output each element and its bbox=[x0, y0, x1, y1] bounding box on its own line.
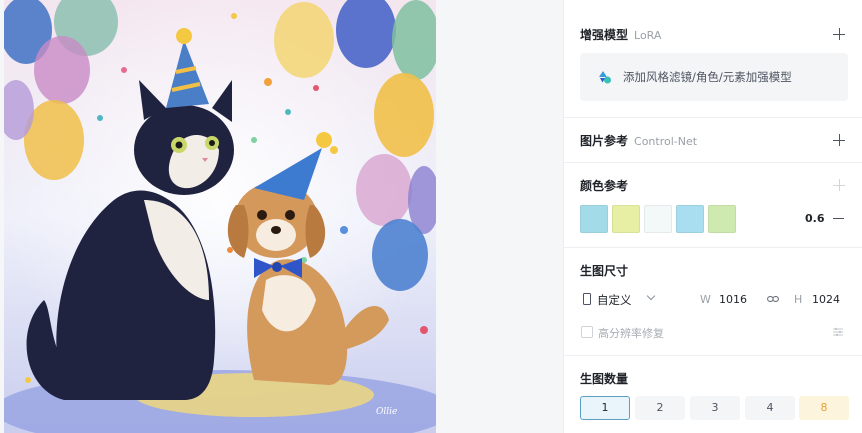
add-lora-plus-icon[interactable] bbox=[833, 28, 845, 40]
add-color-plus-icon[interactable] bbox=[833, 179, 845, 191]
height-label: H bbox=[794, 293, 803, 306]
width-label: W bbox=[700, 293, 711, 306]
settings-panel: 增强模型 LoRA 添加风格滤镜/角色/元素加强模型 图片参考 Control-Ne… bbox=[563, 0, 862, 433]
height-input[interactable]: 1024 bbox=[812, 293, 840, 306]
color-swatch-5[interactable] bbox=[708, 205, 736, 233]
hires-fix-label: 高分辨率修复 bbox=[598, 327, 664, 340]
hires-fix-checkbox[interactable] bbox=[581, 326, 593, 338]
add-controlnet-plus-icon[interactable] bbox=[833, 134, 845, 146]
color-reference-title: 颜色参考 bbox=[580, 179, 629, 193]
link-ratio-icon[interactable] bbox=[767, 296, 779, 302]
generated-image[interactable]: Ollie bbox=[4, 0, 436, 433]
count-option-8[interactable]: 8 bbox=[799, 396, 849, 420]
controlnet-section: 图片参考 Control-Net bbox=[564, 118, 862, 163]
lora-model-icon bbox=[599, 71, 611, 84]
controlnet-title: 图片参考 Control-Net bbox=[580, 132, 697, 149]
color-strength-minus-icon[interactable] bbox=[833, 218, 844, 220]
sliders-settings-icon[interactable] bbox=[832, 326, 844, 338]
color-swatch-1[interactable] bbox=[580, 205, 608, 233]
aspect-ratio-icon bbox=[583, 293, 591, 305]
color-swatch-2[interactable] bbox=[612, 205, 640, 233]
add-lora-placeholder: 添加风格滤镜/角色/元素加强模型 bbox=[623, 70, 792, 84]
lora-title-text: 增强模型 bbox=[580, 28, 629, 42]
color-swatch-4[interactable] bbox=[676, 205, 704, 233]
party-cat-dog-painting: Ollie bbox=[4, 0, 436, 433]
controlnet-title-text: 图片参考 bbox=[580, 134, 629, 148]
count-option-1[interactable]: 1 bbox=[580, 396, 630, 420]
image-count-title: 生图数量 bbox=[580, 372, 629, 386]
lora-title: 增强模型 LoRA bbox=[580, 26, 661, 43]
lora-section: 增强模型 LoRA 添加风格滤镜/角色/元素加强模型 bbox=[564, 0, 862, 118]
canvas-area: Ollie bbox=[0, 0, 563, 433]
controlnet-subtitle: Control-Net bbox=[634, 135, 698, 148]
artist-signature: Ollie bbox=[376, 407, 397, 417]
count-option-3[interactable]: 3 bbox=[690, 396, 740, 420]
image-size-title: 生图尺寸 bbox=[580, 264, 629, 278]
add-lora-box[interactable]: 添加风格滤镜/角色/元素加强模型 bbox=[580, 53, 848, 101]
color-swatch-3[interactable] bbox=[644, 205, 672, 233]
lora-subtitle: LoRA bbox=[634, 29, 662, 42]
size-mode-select[interactable]: 自定义 bbox=[597, 292, 632, 308]
width-input[interactable]: 1016 bbox=[719, 293, 747, 306]
image-count-section: 生图数量 bbox=[564, 356, 862, 433]
count-option-4[interactable]: 4 bbox=[745, 396, 795, 420]
count-option-2[interactable]: 2 bbox=[635, 396, 685, 420]
color-strength-value[interactable]: 0.6 bbox=[805, 212, 825, 225]
